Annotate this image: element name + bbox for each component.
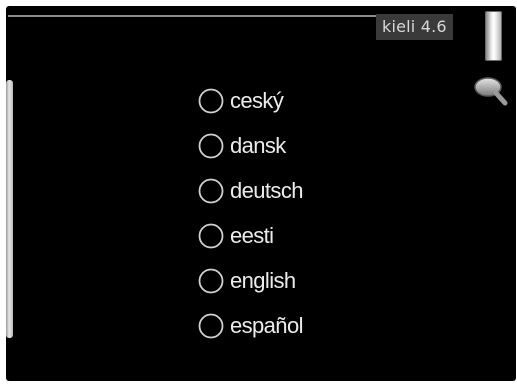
radio-button-icon[interactable] — [198, 178, 224, 204]
scrollbar-thumb[interactable] — [6, 80, 13, 338]
menu-title: kieli 4.6 — [376, 14, 453, 40]
header-rule — [8, 15, 378, 17]
search-button[interactable] — [472, 76, 512, 110]
language-label: español — [230, 312, 303, 338]
language-label: deutsch — [230, 177, 303, 203]
scrollbar[interactable] — [6, 80, 14, 338]
language-option-eesti[interactable]: eesti — [198, 213, 398, 258]
language-option-espanol[interactable]: español — [198, 303, 398, 348]
display-screen: kieli 4.6 ceský dansk deutsch eesti engl… — [6, 6, 516, 381]
radio-button-icon[interactable] — [198, 268, 224, 294]
radio-button-icon[interactable] — [198, 88, 224, 114]
magnifier-icon — [474, 77, 508, 106]
language-label: english — [230, 267, 296, 293]
language-option-dansk[interactable]: dansk — [198, 123, 398, 168]
language-list: ceský dansk deutsch eesti english españo… — [198, 78, 398, 348]
language-label: eesti — [230, 222, 274, 248]
language-option-cesky[interactable]: ceský — [198, 78, 398, 123]
level-gauge-icon — [485, 11, 502, 61]
radio-button-icon[interactable] — [198, 133, 224, 159]
radio-button-icon[interactable] — [198, 223, 224, 249]
language-option-english[interactable]: english — [198, 258, 398, 303]
radio-button-icon[interactable] — [198, 313, 224, 339]
language-label: dansk — [230, 132, 286, 158]
language-option-deutsch[interactable]: deutsch — [198, 168, 398, 213]
language-label: ceský — [230, 87, 284, 113]
